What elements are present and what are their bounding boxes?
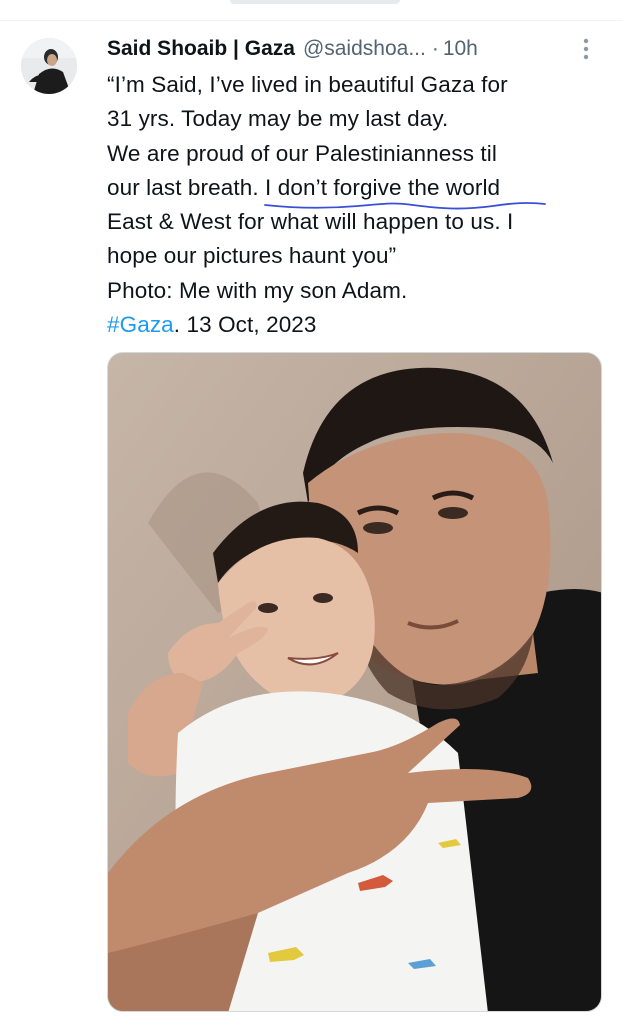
more-vertical-icon [583,38,589,60]
hashtag-link[interactable]: #Gaza [107,312,174,337]
tweet-text-line: 31 yrs. Today may be my last day. [107,106,449,132]
highlighted-phrase: I don’t forgive the world [264,171,546,210]
more-options-button[interactable] [572,35,600,63]
tweet-text-segment: our last breath. [107,174,266,200]
tweet-text-line: We are proud of our Palestinianness til [107,140,497,166]
avatar[interactable] [21,38,77,94]
highlighted-phrase-text: I don’t forgive the world [265,174,501,200]
pull-indicator [230,0,400,4]
author-display-name[interactable]: Said Shoaib | Gaza [107,37,295,61]
tweet-date-text: . 13 Oct, 2023 [173,312,317,338]
tweet[interactable]: Said Shoaib | Gaza @saidshoa... · 10h “I… [0,21,622,1024]
handwritten-underline [264,202,546,210]
tweet-text-line: our last breath. I don’t forgive the wor… [107,171,602,210]
separator-dot: · [431,37,439,60]
tweet-photo[interactable] [107,352,602,1012]
author-handle[interactable]: @saidshoa... [303,37,426,61]
tweet-header: Said Shoaib | Gaza @saidshoa... · 10h [107,35,607,63]
photo-illustration [108,353,601,1011]
tweet-text-line: “I’m Said, I’ve lived in beautiful Gaza … [107,72,508,97]
tweet-text-line: hope our pictures haunt you” [107,243,397,269]
tweet-text: “I’m Said, I’ve lived in beautiful Gaza … [107,68,602,342]
tweet-text-line: #Gaza. 13 Oct, 2023 [107,308,602,342]
tweet-time[interactable]: 10h [443,37,478,61]
top-bar [0,0,622,10]
tweet-text-line: Photo: Me with my son Adam. [107,277,408,303]
